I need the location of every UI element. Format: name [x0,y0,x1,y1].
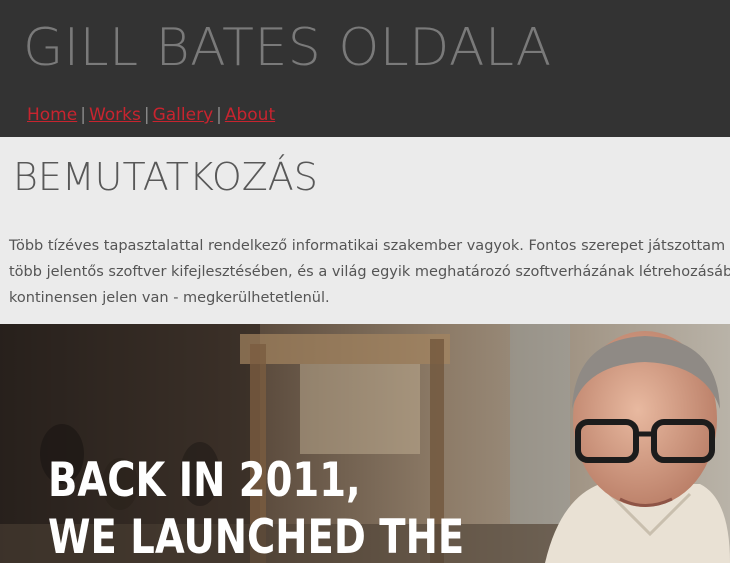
intro-section: BEMUTATKOZÁS Több tízéves tapasztalattal… [0,137,730,324]
hero-caption: BACK IN 2011, WE LAUNCHED THE [48,452,464,563]
site-title: GILL BATES OLDALA [23,18,552,78]
nav-separator: | [143,105,150,125]
hero-caption-line: WE LAUNCHED THE [48,510,465,563]
nav-link-about[interactable]: About [225,105,275,125]
nav-link-gallery[interactable]: Gallery [153,105,214,125]
nav-link-works[interactable]: Works [89,105,141,125]
intro-paragraph: Több tízéves tapasztalattal rendelkező i… [9,233,730,311]
intro-line: Több tízéves tapasztalattal rendelkező i… [9,238,730,254]
site-header: GILL BATES OLDALA Home | Works | Gallery | Abo… [0,0,730,137]
nav-separator: | [216,105,222,125]
hero-caption-line: BACK IN 2011, [48,453,361,508]
nav-link-home[interactable]: Home [27,105,77,125]
nav-separator: | [80,105,86,125]
intro-line: több jelentős szoftver kifejlesztésében,… [9,264,730,280]
section-title: BEMUTATKOZÁS [13,155,318,199]
main-nav: Home | Works | Gallery | About [27,105,275,125]
hero-image: BACK IN 2011, WE LAUNCHED THE [0,324,730,563]
intro-line: kontinensen jelen van - megkerülhetetlen… [9,290,330,306]
